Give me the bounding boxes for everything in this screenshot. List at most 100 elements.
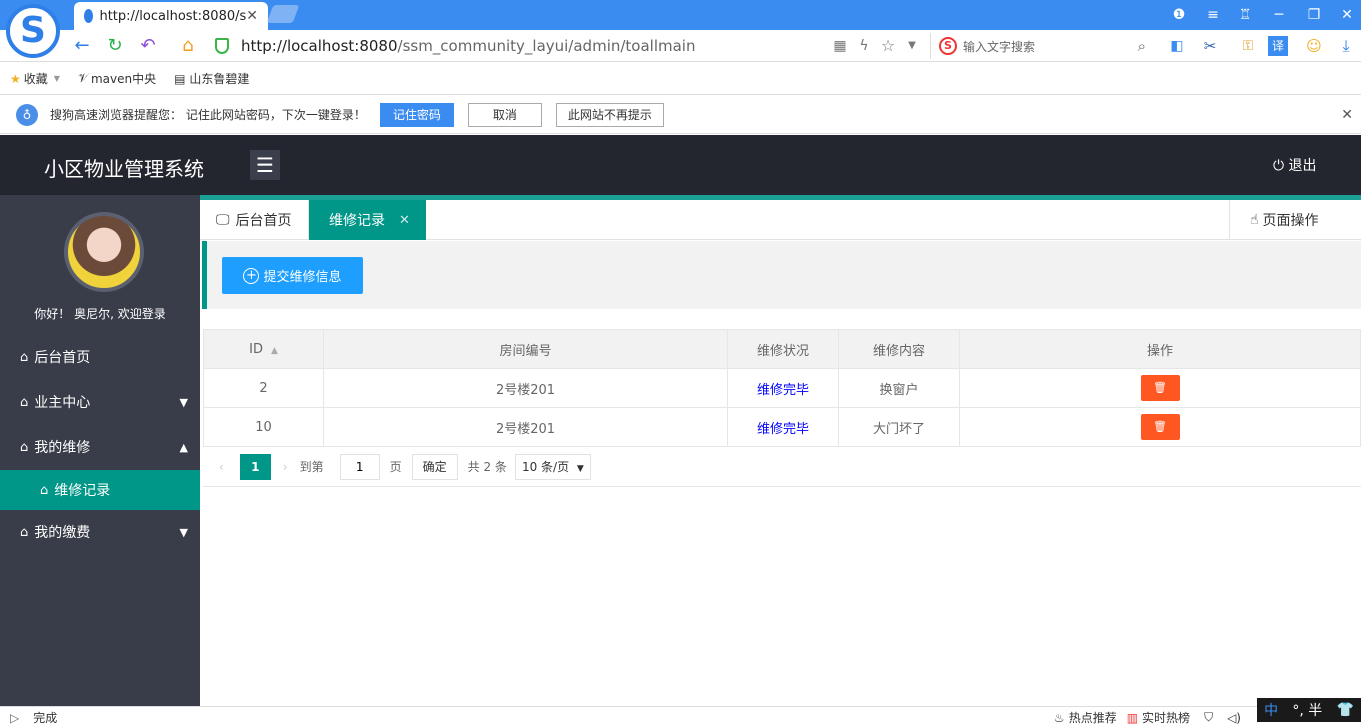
delete-button[interactable]: 🗑 xyxy=(1140,414,1180,440)
sidebar-toggle-icon[interactable]: ▷ xyxy=(10,711,19,725)
sidebar-item-repair[interactable]: ⌂ 我的维修 ▲ xyxy=(0,425,200,469)
confirm-page-button[interactable]: 确定 xyxy=(411,453,458,480)
tab-label: 维修记录 xyxy=(329,213,385,229)
secure-shield-icon xyxy=(215,38,229,54)
menu-icon[interactable]: ≡ xyxy=(1202,4,1224,26)
sidebar-item-owner[interactable]: ⌂ 业主中心 ▼ xyxy=(0,380,200,424)
table-row: 10 2号楼201 维修完毕 大门坏了 🗑 xyxy=(203,407,1361,447)
per-page-select[interactable]: 10 条/页 ▼ xyxy=(514,453,591,480)
url-path: /ssm_community_layui/admin/toallmain xyxy=(397,37,696,55)
welcome-text: 你好！ 奥尼尔, 欢迎登录 xyxy=(34,307,166,321)
submit-repair-button[interactable]: + 提交维修信息 xyxy=(222,257,363,294)
sidebar-item-home[interactable]: ⌂ 后台首页 xyxy=(0,335,200,379)
sogou-search-icon: S xyxy=(939,37,957,55)
refresh-icon[interactable]: ↻ xyxy=(103,34,127,58)
scissors-icon[interactable]: ✂ xyxy=(1198,34,1222,58)
page-number-current[interactable]: 1 xyxy=(239,453,271,480)
remember-password-button[interactable]: 记住密码 xyxy=(379,102,454,127)
column-header-status: 维修状况 xyxy=(727,329,839,369)
avatar xyxy=(64,212,144,292)
browser-statusbar: ▷ 完成 ♨ 热点推荐 ▥ 实时热榜 ⛉ ◁) xyxy=(0,706,1361,728)
minimize-icon[interactable]: ─ xyxy=(1268,4,1290,26)
per-page-value: 10 条/页 xyxy=(521,459,570,474)
qrcode-icon[interactable]: ▦ xyxy=(828,34,852,58)
tab-home[interactable]: 🖵 后台首页 xyxy=(200,200,309,240)
bookmark-favorites[interactable]: ★ 收藏 ▼ xyxy=(10,70,60,87)
column-header-id[interactable]: ID ▲ xyxy=(203,329,324,369)
tab-repair-record[interactable]: 维修记录 ✕ xyxy=(309,200,426,240)
prev-page-icon[interactable]: ‹ xyxy=(213,454,230,480)
new-tab-button[interactable] xyxy=(266,5,300,23)
cell-status: 维修完毕 xyxy=(727,407,839,447)
search-input[interactable]: S 输入文字搜索 ⌕ xyxy=(930,33,1152,59)
translate-icon[interactable]: 译 xyxy=(1268,36,1288,56)
skin-icon[interactable]: ♖ xyxy=(1234,4,1256,26)
emoji-icon[interactable]: ☺ xyxy=(1302,34,1326,58)
close-window-icon[interactable]: ✕ xyxy=(1336,4,1358,26)
close-tab-icon[interactable]: ✕ xyxy=(246,8,258,24)
back-icon[interactable]: ← xyxy=(70,34,94,58)
sidebar-item-label: 维修记录 xyxy=(54,483,111,499)
cell-id: 10 xyxy=(203,407,324,447)
bookmark-maven[interactable]: 𝒱maven中央 xyxy=(78,70,156,87)
ime-toolbar[interactable]: 中 °, 半 👕 xyxy=(1257,698,1361,722)
cancel-button[interactable]: 取消 xyxy=(467,102,542,127)
password-notify-bar: ♁ 搜狗高速浏览器提醒您： 记住此网站密码，下次一键登录！ 记住密码 取消 此网… xyxy=(0,96,1361,134)
column-header-content: 维修内容 xyxy=(838,329,960,369)
browser-tab[interactable]: http://localhost:8080/s ✕ xyxy=(74,2,268,30)
cell-room: 2号楼201 xyxy=(323,407,728,447)
power-icon: ⏻ xyxy=(1273,158,1285,174)
logout-button[interactable]: ⏻ 退出 xyxy=(1273,155,1317,175)
cell-content: 大门坏了 xyxy=(838,407,960,447)
sidebar: 你好！ 奥尼尔, 欢迎登录 ⌂ 后台首页 ⌂ 业主中心 ▼ ⌂ 我的维修 ▲ ⌂ 维修记录 … xyxy=(0,195,200,706)
sidebar-item-label: 业主中心 xyxy=(34,395,91,411)
hot-list-link[interactable]: 实时热榜 xyxy=(1142,709,1190,726)
tab-count-icon[interactable]: ❶ xyxy=(1168,4,1190,26)
chevron-down-icon: ▼ xyxy=(179,395,188,409)
cell-id: 2 xyxy=(203,368,324,408)
ime-status: °, 半 xyxy=(1292,703,1323,719)
home-icon: ⌂ xyxy=(40,482,49,498)
never-prompt-button[interactable]: 此网站不再提示 xyxy=(555,102,664,127)
main-content: 🖵 后台首页 维修记录 ✕ ☝ 页面操作 + 提交维修信息 ID ▲ 房间编号 维修状况 … xyxy=(200,195,1361,706)
cell-status: 维修完毕 xyxy=(727,368,839,408)
hot-recommend-link[interactable]: 热点推荐 xyxy=(1069,709,1117,726)
add-circle-icon: + xyxy=(243,267,260,284)
star-icon[interactable]: ☆ xyxy=(876,34,900,58)
cell-room: 2号楼201 xyxy=(323,368,728,408)
sidebar-item-repair-record[interactable]: ⌂ 维修记录 xyxy=(0,470,200,510)
page-icon: ▤ xyxy=(174,71,186,86)
close-icon[interactable]: ✕ xyxy=(1341,107,1353,123)
goto-page-input[interactable] xyxy=(339,453,380,480)
sort-icon[interactable]: ▲ xyxy=(271,346,278,356)
home-icon: ⌂ xyxy=(20,349,29,365)
home-icon[interactable]: ⌂ xyxy=(176,34,200,58)
lightning-icon[interactable]: ϟ xyxy=(852,34,876,58)
page-unit-label: 页 xyxy=(389,460,402,474)
next-page-icon[interactable]: › xyxy=(277,454,294,480)
fire-icon: ♨ xyxy=(1053,710,1065,725)
sidebar-item-fee[interactable]: ⌂ 我的缴费 ▼ xyxy=(0,510,200,554)
tab-bar: 🖵 后台首页 维修记录 ✕ ☝ 页面操作 xyxy=(200,200,1361,240)
menu-toggle-button[interactable]: ☰ xyxy=(250,150,280,180)
download-icon[interactable]: ⤓ xyxy=(1334,34,1358,58)
extension-icon[interactable]: ◧ xyxy=(1165,34,1189,58)
sidebar-item-label: 我的缴费 xyxy=(34,525,91,541)
speaker-icon[interactable]: ◁) xyxy=(1227,711,1241,725)
restore-icon[interactable]: ❐ xyxy=(1303,4,1325,26)
search-icon[interactable]: ⌕ xyxy=(1138,37,1146,55)
browser-titlebar: http://localhost:8080/s ✕ ❶ ≡ ♖ ─ ❐ ✕ xyxy=(0,0,1361,30)
shield-icon[interactable]: ⛉ xyxy=(1204,710,1213,725)
page-ops-label: 页面操作 xyxy=(1262,213,1319,229)
dropdown-icon[interactable]: ▼ xyxy=(900,34,924,58)
key-icon[interactable]: ⚿ xyxy=(1236,34,1260,58)
home-icon: ⌂ xyxy=(20,394,29,410)
bookmark-shandong[interactable]: ▤ 山东鲁碧建 xyxy=(174,70,249,87)
page-operations-button[interactable]: ☝ 页面操作 xyxy=(1229,200,1361,240)
chevron-down-icon: ▼ xyxy=(53,74,60,83)
close-tab-icon[interactable]: ✕ xyxy=(399,213,410,228)
sidebar-item-label: 我的维修 xyxy=(34,440,91,456)
delete-button[interactable]: 🗑 xyxy=(1140,375,1180,401)
address-bar[interactable]: http://localhost:8080/ssm_community_layu… xyxy=(215,33,925,59)
undo-icon[interactable]: ↶ xyxy=(136,34,160,58)
